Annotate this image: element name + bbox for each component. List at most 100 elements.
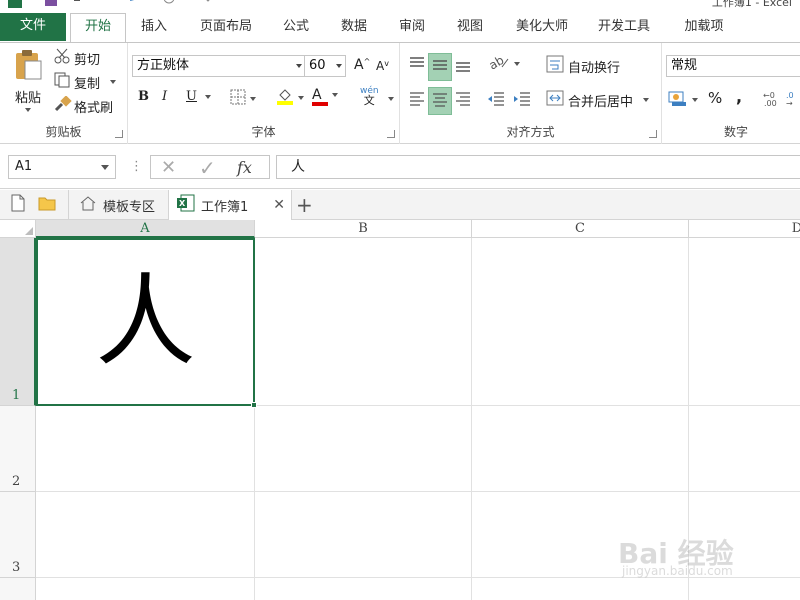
- align-top-icon: [408, 55, 426, 77]
- fill-color-dropdown-icon[interactable]: [298, 96, 304, 100]
- align-center-icon: [431, 90, 449, 112]
- orientation-button[interactable]: ab: [486, 53, 520, 75]
- row-header-1[interactable]: 1: [0, 238, 36, 406]
- cut-button[interactable]: 剪切: [54, 47, 100, 69]
- tab-data[interactable]: 数据: [330, 14, 378, 42]
- copy-button[interactable]: 复制: [54, 71, 117, 93]
- template-zone-label: 模板专区: [103, 199, 156, 215]
- fill-color-button[interactable]: [276, 87, 304, 109]
- close-tab-icon[interactable]: ✕: [273, 197, 285, 213]
- font-color-button[interactable]: A: [312, 87, 338, 106]
- alignment-group-label: 对齐方式: [506, 125, 555, 139]
- tab-file[interactable]: 文件: [0, 13, 66, 41]
- shrink-font-glyph: A: [376, 59, 385, 73]
- underline-dropdown-icon[interactable]: [204, 94, 211, 99]
- tab-view[interactable]: 视图: [446, 14, 494, 42]
- excel-logo-icon: [8, 0, 22, 8]
- row-header-3[interactable]: 3: [0, 492, 36, 578]
- new-document-button[interactable]: [10, 190, 26, 220]
- align-right-button[interactable]: [454, 89, 472, 111]
- name-box[interactable]: A1: [8, 155, 116, 179]
- save-icon[interactable]: [44, 0, 58, 8]
- decrease-decimal-button[interactable]: .0 →: [786, 89, 800, 111]
- align-right-icon: [454, 89, 472, 111]
- formula-buttons: ✕ ✓ fx: [150, 155, 270, 180]
- align-bottom-button[interactable]: [454, 55, 472, 77]
- tab-beautify-master[interactable]: 美化大师: [502, 14, 582, 42]
- currency-icon: [668, 89, 688, 111]
- tab-template-zone[interactable]: 模板专区: [68, 190, 165, 220]
- paste-dropdown-icon[interactable]: [25, 108, 31, 112]
- phonetic-dropdown-icon[interactable]: [388, 97, 394, 101]
- bold-button[interactable]: B: [138, 89, 149, 104]
- increase-decimal-button[interactable]: ←0.00: [762, 89, 784, 111]
- enter-icon[interactable]: ✓: [199, 156, 216, 180]
- copy-icon: [54, 72, 72, 92]
- column-header-b[interactable]: B: [255, 220, 472, 238]
- quick-access-more-icon[interactable]: [186, 0, 210, 8]
- number-format-select[interactable]: 常规: [666, 55, 800, 77]
- cancel-icon[interactable]: ✕: [161, 157, 176, 178]
- align-center-button[interactable]: [428, 87, 452, 115]
- insert-function-icon[interactable]: fx: [237, 158, 252, 177]
- row-header-2[interactable]: 2: [0, 406, 36, 492]
- accounting-dropdown-icon[interactable]: [692, 98, 698, 102]
- tab-home[interactable]: 开始: [70, 13, 126, 43]
- increase-indent-button[interactable]: [512, 89, 532, 111]
- merge-center-button[interactable]: 合并后居中: [546, 89, 650, 111]
- copy-label: 复制: [74, 76, 101, 92]
- align-middle-button[interactable]: [428, 53, 452, 81]
- underline-button[interactable]: U: [186, 89, 211, 104]
- percent-style-button[interactable]: %: [708, 89, 722, 107]
- borders-dropdown-icon[interactable]: [250, 97, 256, 101]
- column-header-c[interactable]: C: [472, 220, 689, 238]
- column-header-d[interactable]: D: [689, 220, 800, 238]
- grow-font-button[interactable]: A ^: [354, 56, 371, 74]
- wen-icon: 文: [363, 94, 375, 107]
- underline-glyph: U: [186, 89, 197, 104]
- formula-input[interactable]: 人: [276, 155, 800, 179]
- column-header-a[interactable]: A: [36, 220, 255, 238]
- orientation-dropdown-icon[interactable]: [514, 62, 520, 66]
- alignment-launcher-icon[interactable]: [649, 130, 657, 138]
- tab-insert[interactable]: 插入: [130, 14, 178, 42]
- italic-button[interactable]: I: [162, 89, 167, 104]
- align-left-button[interactable]: [408, 89, 426, 111]
- borders-button[interactable]: [230, 89, 256, 109]
- quick-access-icon[interactable]: [162, 0, 176, 8]
- font-name-select[interactable]: 方正姚体: [132, 55, 306, 77]
- redo-icon[interactable]: [128, 0, 142, 8]
- ribbon-tabs: 文件 开始 插入 页面布局 公式 数据 审阅 视图 美化大师 开发工具 加载项: [0, 10, 800, 43]
- caret-up-icon: ^: [363, 56, 371, 66]
- merge-dropdown-icon[interactable]: [643, 98, 650, 102]
- tab-workbook1[interactable]: X 工作簿1 ✕: [168, 190, 292, 220]
- tab-review[interactable]: 审阅: [388, 14, 436, 42]
- wrap-text-button[interactable]: 自动换行: [546, 55, 620, 77]
- row-header-4[interactable]: [0, 578, 36, 600]
- undo-icon[interactable]: [72, 0, 86, 8]
- shrink-font-button[interactable]: Av: [376, 59, 389, 74]
- open-folder-button[interactable]: [38, 190, 56, 220]
- align-top-button[interactable]: [408, 55, 426, 77]
- tab-formulas[interactable]: 公式: [272, 14, 320, 42]
- font-size-select[interactable]: 60: [304, 55, 346, 77]
- clipboard-launcher-icon[interactable]: [115, 130, 123, 138]
- fill-handle[interactable]: [251, 402, 257, 408]
- tab-addins[interactable]: 加载项: [672, 14, 736, 42]
- new-tab-button[interactable]: +: [296, 190, 313, 220]
- font-color-dropdown-icon[interactable]: [331, 93, 338, 97]
- font-group: 方正姚体 60 A ^ Av B I U A wén 文 字体: [128, 43, 400, 144]
- decrease-indent-button[interactable]: [486, 89, 506, 111]
- phonetic-button[interactable]: wén 文: [360, 87, 379, 107]
- comma-style-button[interactable]: ,: [736, 87, 742, 106]
- accounting-format-button[interactable]: [668, 89, 698, 111]
- select-all-button[interactable]: [0, 220, 36, 238]
- gridline: [471, 238, 472, 600]
- paste-button[interactable]: 粘贴: [8, 49, 48, 112]
- copy-dropdown-icon[interactable]: [110, 80, 117, 84]
- tab-page-layout[interactable]: 页面布局: [188, 14, 264, 42]
- tab-developer[interactable]: 开发工具: [586, 14, 662, 42]
- font-launcher-icon[interactable]: [387, 130, 395, 138]
- grow-font-glyph: A: [354, 57, 364, 73]
- format-painter-button[interactable]: 格式刷: [54, 95, 113, 117]
